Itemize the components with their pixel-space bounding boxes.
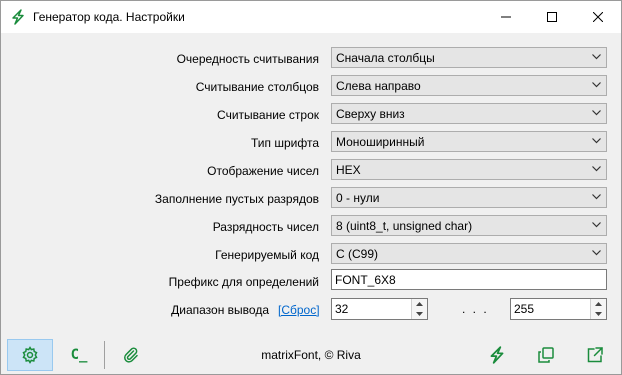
range-separator: . . . xyxy=(462,302,489,316)
generated-code-value: C (C99) xyxy=(336,247,379,261)
export-icon xyxy=(587,347,603,363)
prefix-field[interactable] xyxy=(331,269,607,290)
range-to-spinbox[interactable] xyxy=(510,298,607,320)
range-to-stepper xyxy=(590,299,606,319)
number-width-label: Разрядность чисел xyxy=(212,220,319,234)
arrow-down-icon xyxy=(595,312,602,316)
empty-fill-value: 0 - нули xyxy=(336,191,380,205)
spin-down-button[interactable] xyxy=(412,309,427,319)
range-from-input[interactable] xyxy=(335,302,395,316)
copy-button[interactable] xyxy=(523,339,569,371)
number-width-select[interactable]: 8 (uint8_t, unsigned char) xyxy=(331,215,607,236)
generate-button[interactable] xyxy=(474,339,520,371)
range-to-input[interactable] xyxy=(514,302,574,316)
number-display-value: HEX xyxy=(336,163,361,177)
spin-down-button[interactable] xyxy=(591,309,606,319)
generated-code-label: Генерируемый код xyxy=(215,248,319,262)
arrow-up-icon xyxy=(416,302,423,306)
bolt-icon xyxy=(10,9,26,25)
number-display-label: Отображение чисел xyxy=(207,164,319,178)
chevron-down-icon xyxy=(592,222,601,228)
chevron-down-icon xyxy=(592,250,601,256)
bottom-toolbar: C_ matrixFont, © Riva xyxy=(1,335,621,374)
chevron-down-icon xyxy=(592,166,601,172)
arrow-down-icon xyxy=(416,312,423,316)
columns-read-label: Считывание столбцов xyxy=(195,80,319,94)
rows-read-select[interactable]: Сверху вниз xyxy=(331,103,607,124)
range-from-spinbox[interactable] xyxy=(331,298,428,320)
rows-read-label: Считывание строк xyxy=(217,108,319,122)
chevron-down-icon xyxy=(592,54,601,60)
maximize-button[interactable] xyxy=(529,1,575,33)
copy-icon xyxy=(538,347,554,363)
font-type-value: Моноширинный xyxy=(336,135,425,149)
title-bar: Генератор кода. Настройки xyxy=(1,1,621,33)
chevron-down-icon xyxy=(592,82,601,88)
maximize-icon xyxy=(547,12,557,22)
prefix-input[interactable] xyxy=(335,272,595,287)
arrow-up-icon xyxy=(595,302,602,306)
minimize-button[interactable] xyxy=(483,1,529,33)
close-icon xyxy=(593,12,603,22)
window-title: Генератор кода. Настройки xyxy=(33,10,185,24)
reset-link[interactable]: [Сброс] xyxy=(278,303,320,317)
columns-read-value: Слева направо xyxy=(336,79,421,93)
number-display-select[interactable]: HEX xyxy=(331,159,607,180)
close-button[interactable] xyxy=(575,1,621,33)
font-type-label: Тип шрифта xyxy=(251,136,319,150)
generated-code-select[interactable]: C (C99) xyxy=(331,243,607,264)
export-button[interactable] xyxy=(572,339,618,371)
chevron-down-icon xyxy=(592,110,601,116)
bolt-icon xyxy=(490,346,504,364)
empty-fill-select[interactable]: 0 - нули xyxy=(331,187,607,208)
range-from-stepper xyxy=(411,299,427,319)
prefix-label: Префикс для определений xyxy=(168,275,319,289)
chevron-down-icon xyxy=(592,138,601,144)
read-order-select[interactable]: Сначала столбцы xyxy=(331,47,607,68)
range-label: Диапазон вывода xyxy=(171,303,269,317)
rows-read-value: Сверху вниз xyxy=(336,107,405,121)
settings-window: Генератор кода. Настройки Очередность сч… xyxy=(0,0,622,375)
font-type-select[interactable]: Моноширинный xyxy=(331,131,607,152)
columns-read-select[interactable]: Слева направо xyxy=(331,75,607,96)
chevron-down-icon xyxy=(592,194,601,200)
number-width-value: 8 (uint8_t, unsigned char) xyxy=(336,219,473,233)
minimize-icon xyxy=(501,16,511,18)
read-order-value: Сначала столбцы xyxy=(336,51,435,65)
empty-fill-label: Заполнение пустых разрядов xyxy=(154,192,319,206)
read-order-label: Очередность считывания xyxy=(176,52,319,66)
